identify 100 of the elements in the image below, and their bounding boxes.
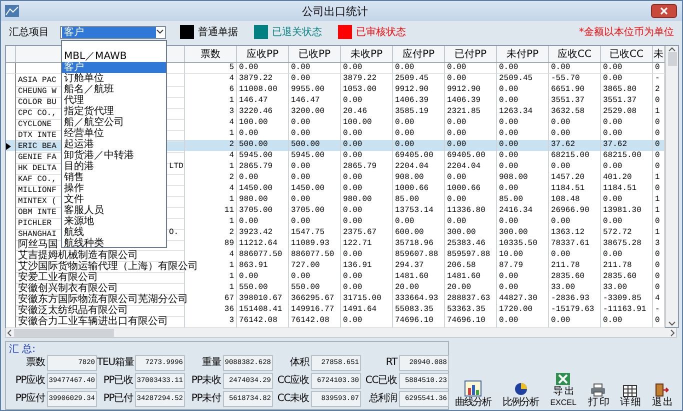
column-header[interactable]: 票数 [185, 46, 237, 62]
table-cell: KAF CO., [18, 175, 56, 184]
column-header[interactable]: 未付PP [497, 46, 549, 62]
table-cell: 阿丝马国 [18, 239, 58, 250]
table-cell: 安爱工业有限公司 [18, 272, 98, 283]
toolbar-button[interactable]: 退 出 [652, 383, 672, 408]
table-cell: 艾沙国际货物运输代理（上海）有限公司 [18, 261, 198, 272]
table-cell: HK DELTA [18, 164, 56, 173]
table-cell: 艾吉提姆机械制造有限公司 [18, 250, 138, 261]
close-button[interactable] [651, 4, 677, 18]
toolbar-button[interactable]: 比例分析 [502, 381, 539, 408]
field-label: TEU箱量 [97, 356, 135, 370]
field-label: 体积 [289, 356, 310, 370]
horizontal-scrollbar[interactable] [5, 328, 677, 338]
table-cell: SHANGHAI [18, 230, 56, 239]
table-row[interactable]: 安爱工业有限公司 1 0.00 0.00 0.00 1481.60 1481.60 0.00 2835.60 2835.60 0 [6, 272, 665, 283]
toolbar-button[interactable]: 曲线分析 [454, 379, 491, 408]
dropdown-option[interactable]: 船／航空公司 [62, 117, 166, 128]
scroll-thumb[interactable] [668, 52, 676, 66]
door-icon [654, 383, 669, 397]
dropdown-option[interactable]: 订舱单位 [62, 73, 166, 84]
column-header[interactable]: 应收CC [549, 46, 601, 62]
dropdown-option[interactable]: 销售 [62, 172, 166, 183]
dropdown-option[interactable]: 文件 [62, 194, 166, 205]
field-label: CC已收 [364, 374, 398, 388]
field-label: PP应收 [14, 374, 46, 388]
dropdown-option[interactable]: 经营单位 [62, 128, 166, 139]
field-label: PP已收 [102, 374, 134, 388]
dropdown-option[interactable]: 船名／航班 [62, 84, 166, 95]
group-label: 汇总项目 [9, 26, 49, 39]
scroll-up-icon[interactable] [668, 46, 676, 52]
table-cell: DTX INTE [18, 131, 56, 140]
table-row[interactable]: 安徽东方国际物流有限公司芜湖分公司 67 398010.67 366295.67 31715.00 333664.93 288837.63 44827.30 -2836.93 -3309.85 4 [6, 294, 665, 305]
dropdown-option[interactable]: 代理 [62, 95, 166, 106]
field-label: PP已付 [102, 392, 134, 406]
dropdown-option[interactable]: 航线种类 [62, 238, 166, 249]
toolbar-button[interactable]: 详 细 [620, 385, 640, 408]
field-label: PP未收 [190, 374, 222, 388]
field-label: CC未收 [276, 392, 310, 406]
field-label: PP未付 [190, 392, 222, 406]
table-row[interactable]: 艾沙国际货物运输代理（上海）有限公司 1 863.91 727.00 136.91 294.37 206.58 87.79 211.78 211.78 0 [6, 261, 665, 272]
table-cell: 安徽合力工业车辆进出口有限公司 [18, 316, 168, 327]
field-label: CC应收 [276, 374, 310, 388]
column-header[interactable]: 应付PP [393, 46, 445, 62]
dropdown-option[interactable]: 客户 [62, 62, 166, 73]
caret-icon [156, 29, 164, 35]
table-cell: 安徽东方国际物流有限公司芜湖分公司 [18, 294, 188, 305]
scroll-thumb[interactable] [14, 328, 114, 336]
table-cell: OBM INTE [18, 208, 56, 217]
table-cell: CHEUNG W [18, 87, 56, 96]
printer-icon [590, 383, 606, 397]
close-icon [660, 7, 668, 15]
column-header[interactable]: 未收PP [341, 46, 393, 62]
dropdown-option[interactable]: 航线 [62, 227, 166, 238]
toolbar-button[interactable]: 导 出 EXCEL [550, 372, 576, 408]
table-cell: PICHLER [18, 219, 52, 228]
pie-chart-icon [512, 381, 529, 397]
field-label: 票数 [25, 356, 46, 370]
table-row[interactable]: 安徽泛太纺织品有限公司 36 151408.41 149916.77 1491.64 55083.35 53363.35 1720.00 -15179.63 -11163.91 - [6, 305, 665, 316]
scroll-left-icon[interactable] [6, 328, 12, 336]
window-title: 公司出口统计 [301, 4, 369, 18]
dropdown-option[interactable]: 客服人员 [62, 205, 166, 216]
vertical-scrollbar[interactable] [665, 46, 678, 327]
table-cell: ASIA PAC [18, 76, 56, 85]
field-label: PP应付 [14, 392, 46, 406]
table-row[interactable]: 安徽合力工业车辆进出口有限公司 3 76142.08 76142.08 0.00 74696.10 74696.10 0.00 0.00 0.00 0 [6, 316, 665, 327]
currency-note: *金额以本位币为单位 [579, 26, 674, 39]
table-cell: CPC CO., [18, 109, 56, 118]
scroll-down-icon[interactable] [668, 321, 676, 327]
group-dropdown[interactable]: 客户 [60, 26, 166, 38]
table-cell: O. [169, 228, 179, 238]
field-label: RT [384, 356, 399, 370]
app-icon [5, 5, 19, 17]
legend-label: 已审核状态 [356, 26, 406, 39]
column-header[interactable]: 已收CC [601, 46, 653, 62]
table-row[interactable]: 安徽创兴制衣有限公司 1 550.00 550.00 0.00 20.00 20.00 0.00 33.00 33.00 0 [6, 283, 665, 294]
toolbar-button[interactable]: 打 印 [588, 383, 608, 408]
grid-icon [623, 385, 638, 397]
excel-icon [555, 372, 572, 386]
legend-label: 普通单据 [198, 26, 238, 39]
dropdown-option[interactable]: 目的港 [62, 161, 166, 172]
dropdown-option[interactable]: 操作 [62, 183, 166, 194]
scroll-right-icon[interactable] [670, 328, 676, 336]
table-cell: GENIE FA [18, 153, 56, 162]
dropdown-option[interactable]: 起运港 [62, 139, 166, 150]
field-label: 重量 [201, 356, 222, 370]
column-header[interactable]: 已付PP [445, 46, 497, 62]
column-header[interactable]: 已收PP [289, 46, 341, 62]
dropdown-option[interactable]: 卸货港／中转港 [62, 150, 166, 161]
legend-label: 已退关状态 [272, 26, 322, 39]
row-pointer-icon [6, 142, 11, 150]
dropdown-option[interactable]: 指定货代理 [62, 106, 166, 117]
table-row[interactable]: 艾吉提姆机械制造有限公司 4 886077.50 886077.50 0.00 859607.88 859597.88 10.00 0.00 0.00 0 [6, 250, 665, 261]
dropdown-option[interactable]: MBL／MAWB [62, 51, 166, 62]
table-cell: MINTEX ( [18, 197, 56, 206]
dropdown-option[interactable]: 来源地 [62, 216, 166, 227]
column-header[interactable]: 应收PP [237, 46, 289, 62]
table-cell: LTD [169, 162, 184, 172]
field-label: 总利润 [368, 392, 398, 406]
chart-icon [464, 379, 482, 397]
